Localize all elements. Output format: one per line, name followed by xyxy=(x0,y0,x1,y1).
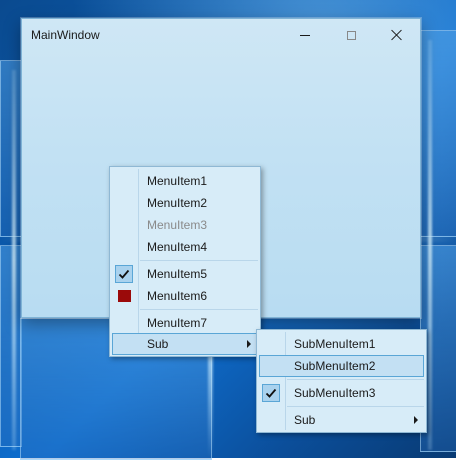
menu-item-5[interactable]: MenuItem5 xyxy=(112,263,258,285)
menu-item-label: MenuItem7 xyxy=(147,316,208,330)
submenu-arrow-icon xyxy=(247,340,251,348)
menu-item-7[interactable]: MenuItem7 xyxy=(112,312,258,334)
menu-separator xyxy=(287,406,424,407)
checkmark-icon xyxy=(262,384,280,402)
maximize-icon xyxy=(346,30,356,40)
maximize-button[interactable] xyxy=(328,19,374,51)
close-button[interactable] xyxy=(374,19,420,51)
red-square-icon xyxy=(115,287,133,305)
title-bar[interactable]: MainWindow xyxy=(22,19,420,51)
menu-separator xyxy=(140,260,258,261)
menu-item-3: MenuItem3 xyxy=(112,214,258,236)
submenu-item-label: Sub xyxy=(294,413,316,427)
menu-item-label: MenuItem6 xyxy=(147,289,208,303)
submenu-item-sub[interactable]: Sub xyxy=(259,409,424,431)
submenu-arrow-icon xyxy=(414,416,418,424)
wallpaper-pane xyxy=(0,60,22,237)
submenu-item-label: SubMenuItem3 xyxy=(294,386,376,400)
menu-item-label: Sub xyxy=(147,337,169,351)
checkmark-icon xyxy=(115,265,133,283)
menu-item-label: MenuItem1 xyxy=(147,174,208,188)
submenu-item-1[interactable]: SubMenuItem1 xyxy=(259,333,424,355)
menu-item-label: MenuItem3 xyxy=(147,218,208,232)
close-icon xyxy=(391,29,403,41)
submenu-item-2[interactable]: SubMenuItem2 xyxy=(259,355,424,377)
menu-item-sub[interactable]: Sub xyxy=(112,333,258,355)
menu-item-2[interactable]: MenuItem2 xyxy=(112,192,258,214)
minimize-icon xyxy=(300,34,310,36)
menu-item-6[interactable]: MenuItem6 xyxy=(112,285,258,307)
menu-item-label: MenuItem5 xyxy=(147,267,208,281)
menu-item-4[interactable]: MenuItem4 xyxy=(112,236,258,258)
minimize-button[interactable] xyxy=(282,19,328,51)
window-title: MainWindow xyxy=(31,28,100,42)
menu-item-label: MenuItem4 xyxy=(147,240,208,254)
wallpaper-pane xyxy=(420,30,456,237)
menu-separator xyxy=(140,309,258,310)
menu-separator xyxy=(287,379,424,380)
submenu-item-label: SubMenuItem2 xyxy=(294,359,376,373)
submenu[interactable]: SubMenuItem1 SubMenuItem2 SubMenuItem3 S… xyxy=(256,329,427,433)
submenu-item-3[interactable]: SubMenuItem3 xyxy=(259,382,424,404)
light-beam xyxy=(428,40,432,450)
context-menu[interactable]: MenuItem1 MenuItem2 MenuItem3 MenuItem4 … xyxy=(109,166,261,357)
wallpaper-pane xyxy=(0,245,22,447)
menu-item-label: MenuItem2 xyxy=(147,196,208,210)
menu-item-1[interactable]: MenuItem1 xyxy=(112,170,258,192)
light-beam xyxy=(12,70,16,450)
submenu-item-label: SubMenuItem1 xyxy=(294,337,376,351)
